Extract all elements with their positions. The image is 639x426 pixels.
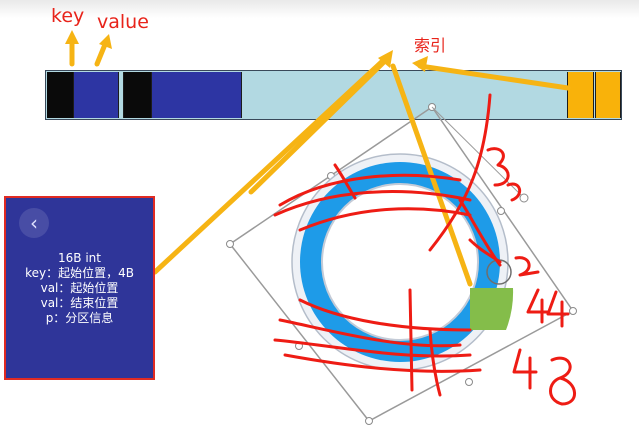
info-card-text: 16B int key：起始位置，4B val：起始位置 val：结束位置 p：…: [6, 251, 153, 326]
info-line: p：分区信息: [45, 311, 114, 325]
info-line: val：起始位置: [40, 281, 119, 295]
info-line: val：结束位置: [40, 296, 119, 310]
info-line: 16B int: [58, 251, 101, 265]
info-line: key：起始位置，4B: [25, 266, 134, 280]
ring-green-segment: [470, 288, 514, 330]
info-card: ‹ 16B int key：起始位置，4B val：起始位置 val：结束位置 …: [4, 196, 155, 380]
diagram-canvas: key value 索引 ‹ 16B int key：起始位置，4B val：起…: [0, 0, 639, 426]
arrowheads: [65, 30, 428, 72]
back-chevron-icon[interactable]: ‹: [19, 208, 49, 238]
